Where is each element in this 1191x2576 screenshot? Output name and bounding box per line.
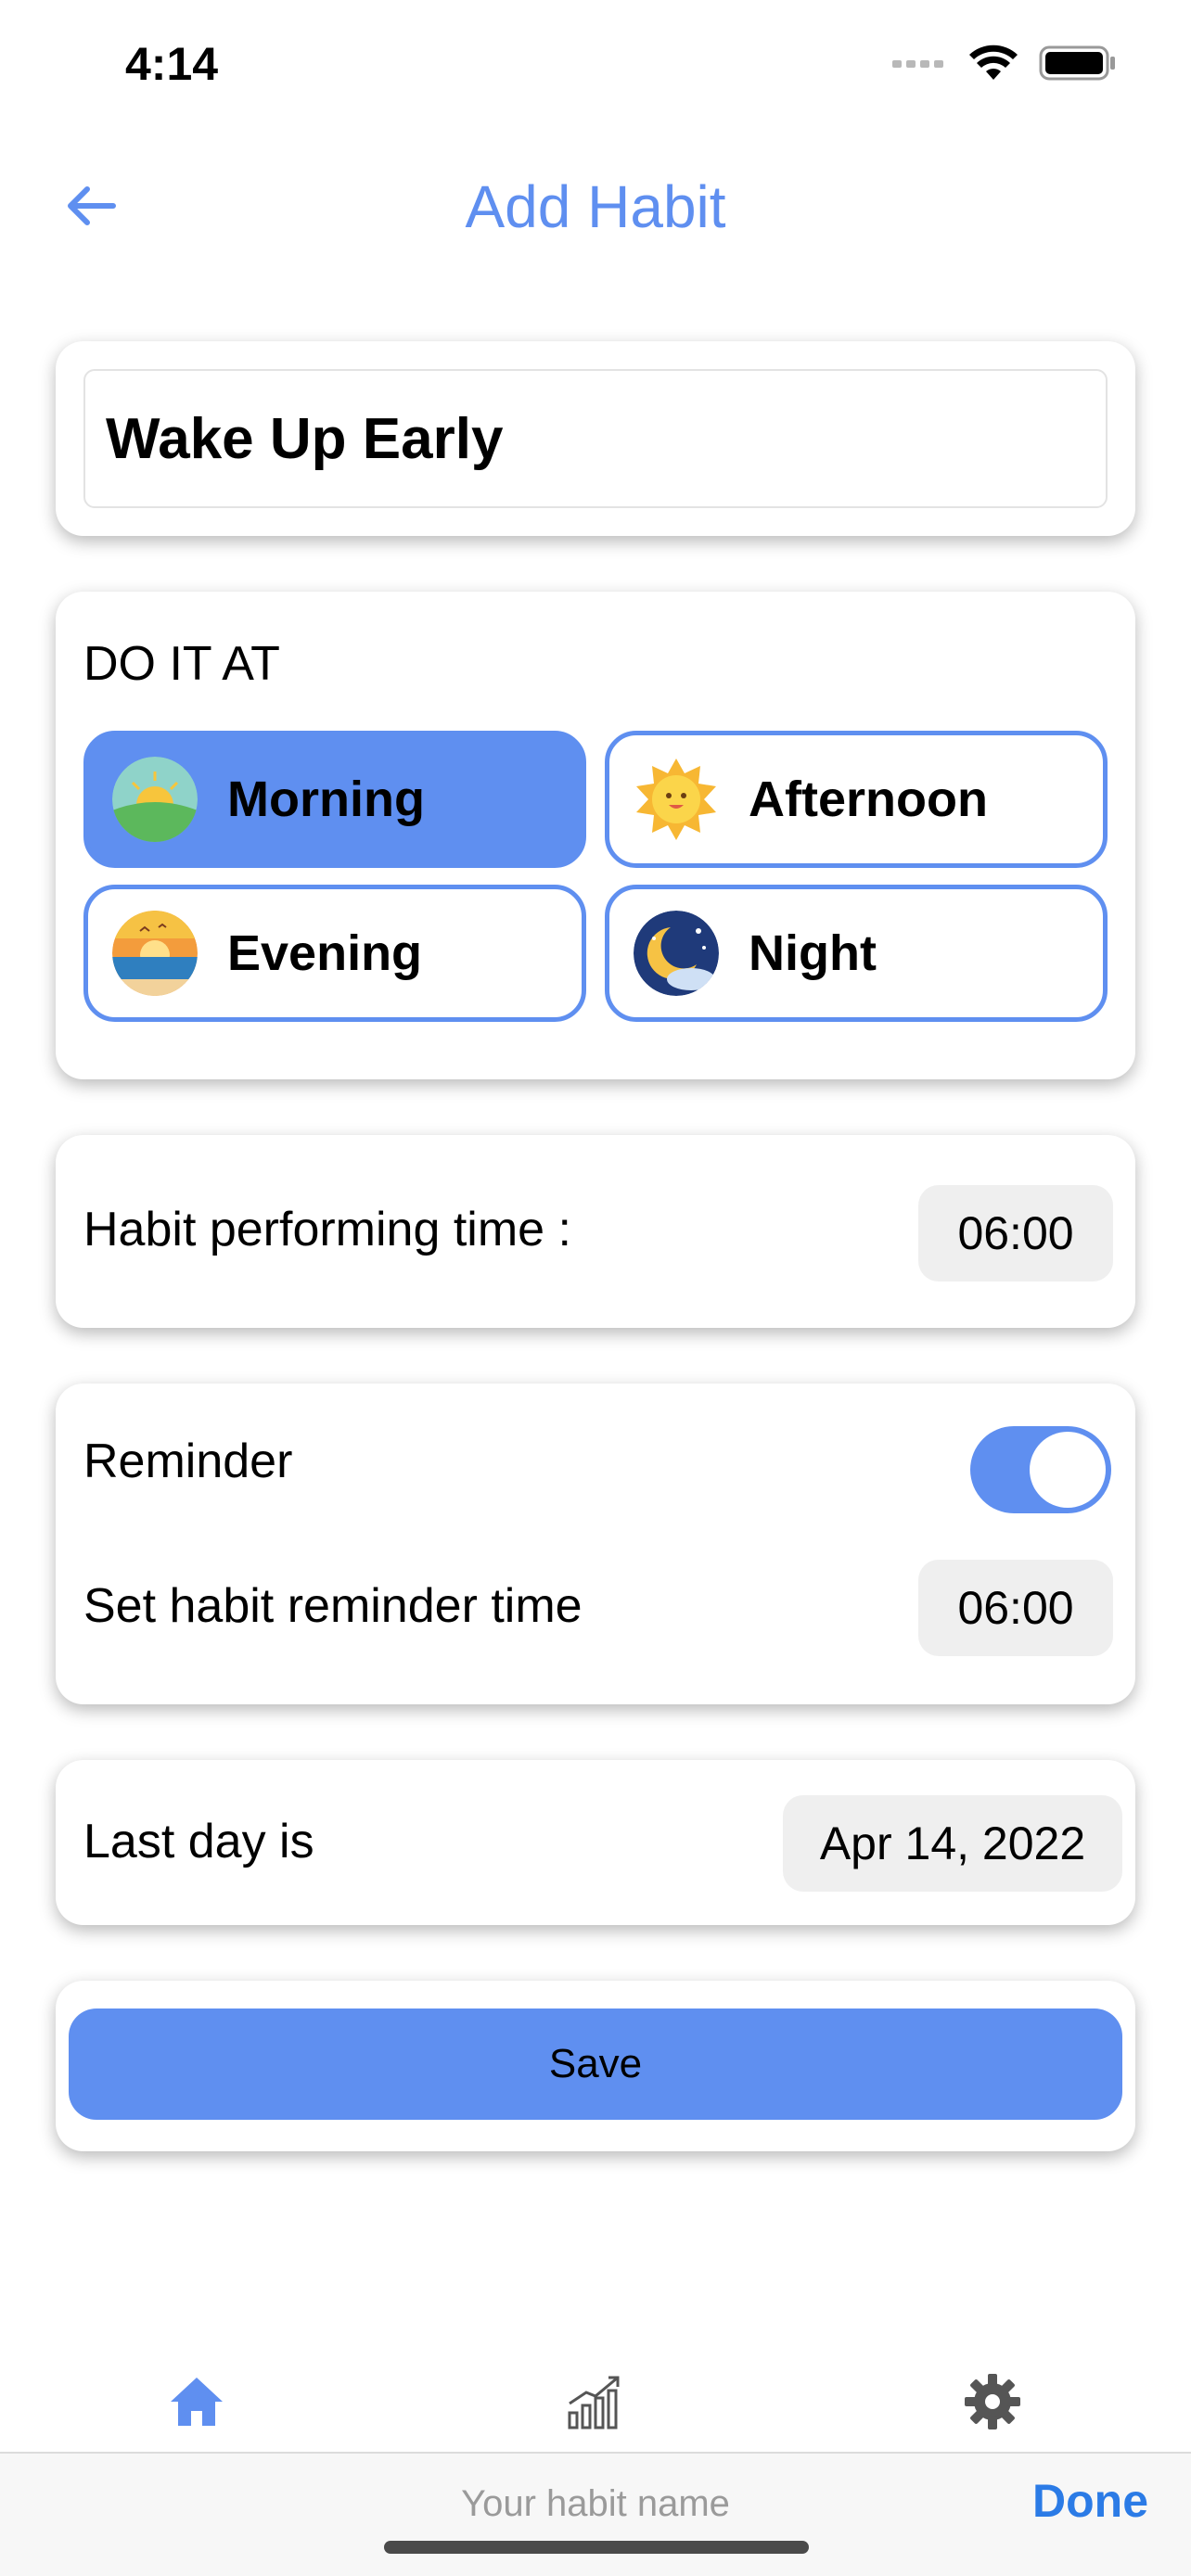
last-day-label: Last day is [83, 1815, 314, 1868]
status-icons [892, 45, 1117, 82]
reminder-card: Reminder Set habit reminder time 06:00 [56, 1384, 1135, 1704]
time-option-night[interactable]: Night [605, 885, 1108, 1022]
wifi-icon [969, 45, 1018, 80]
home-indicator [384, 2541, 809, 2554]
sunset-icon [112, 911, 198, 996]
time-option-morning[interactable]: Morning [83, 731, 586, 868]
chart-icon [568, 2376, 620, 2429]
sunrise-icon [112, 757, 198, 842]
save-button[interactable]: Save [69, 2009, 1122, 2120]
performing-time-picker[interactable]: 06:00 [918, 1185, 1113, 1282]
last-day-picker[interactable]: Apr 14, 2022 [783, 1795, 1122, 1892]
time-option-label: Night [749, 925, 877, 981]
done-button[interactable]: Done [1032, 2474, 1148, 2528]
last-day-card: Last day is Apr 14, 2022 [56, 1760, 1135, 1925]
sun-icon [634, 757, 719, 842]
keyboard-accessory-bar: Your habit name Done [0, 2452, 1191, 2576]
habit-name-card [56, 341, 1135, 536]
tab-home[interactable] [160, 2365, 234, 2439]
performing-time-label: Habit performing time : [83, 1203, 571, 1256]
page-title: Add Habit [465, 173, 726, 240]
time-option-evening[interactable]: Evening [83, 885, 586, 1022]
toggle-knob [1030, 1432, 1106, 1508]
do-it-at-label: DO IT AT [83, 637, 280, 691]
reminder-toggle[interactable] [970, 1426, 1111, 1513]
habit-name-input[interactable] [83, 369, 1108, 508]
time-option-label: Afternoon [749, 772, 988, 827]
gear-icon [965, 2374, 1020, 2429]
reminder-time-picker[interactable]: 06:00 [918, 1560, 1113, 1656]
status-time: 4:14 [125, 38, 219, 90]
time-option-label: Evening [227, 925, 423, 981]
tab-settings[interactable] [955, 2365, 1030, 2439]
reminder-label: Reminder [83, 1435, 293, 1488]
performing-time-card: Habit performing time : 06:00 [56, 1135, 1135, 1328]
home-icon [171, 2378, 223, 2426]
do-it-at-card: DO IT AT Morning Afternoon Evening Night [56, 592, 1135, 1079]
time-option-afternoon[interactable]: Afternoon [605, 731, 1108, 868]
time-option-label: Morning [227, 772, 425, 827]
battery-icon [1039, 45, 1115, 81]
save-card: Save [56, 1981, 1135, 2151]
habit-name-placeholder: Your habit name [461, 2483, 730, 2524]
signal-icon [892, 60, 943, 68]
tab-progress[interactable] [557, 2365, 631, 2439]
reminder-time-label: Set habit reminder time [83, 1579, 583, 1633]
moon-icon [634, 911, 719, 996]
